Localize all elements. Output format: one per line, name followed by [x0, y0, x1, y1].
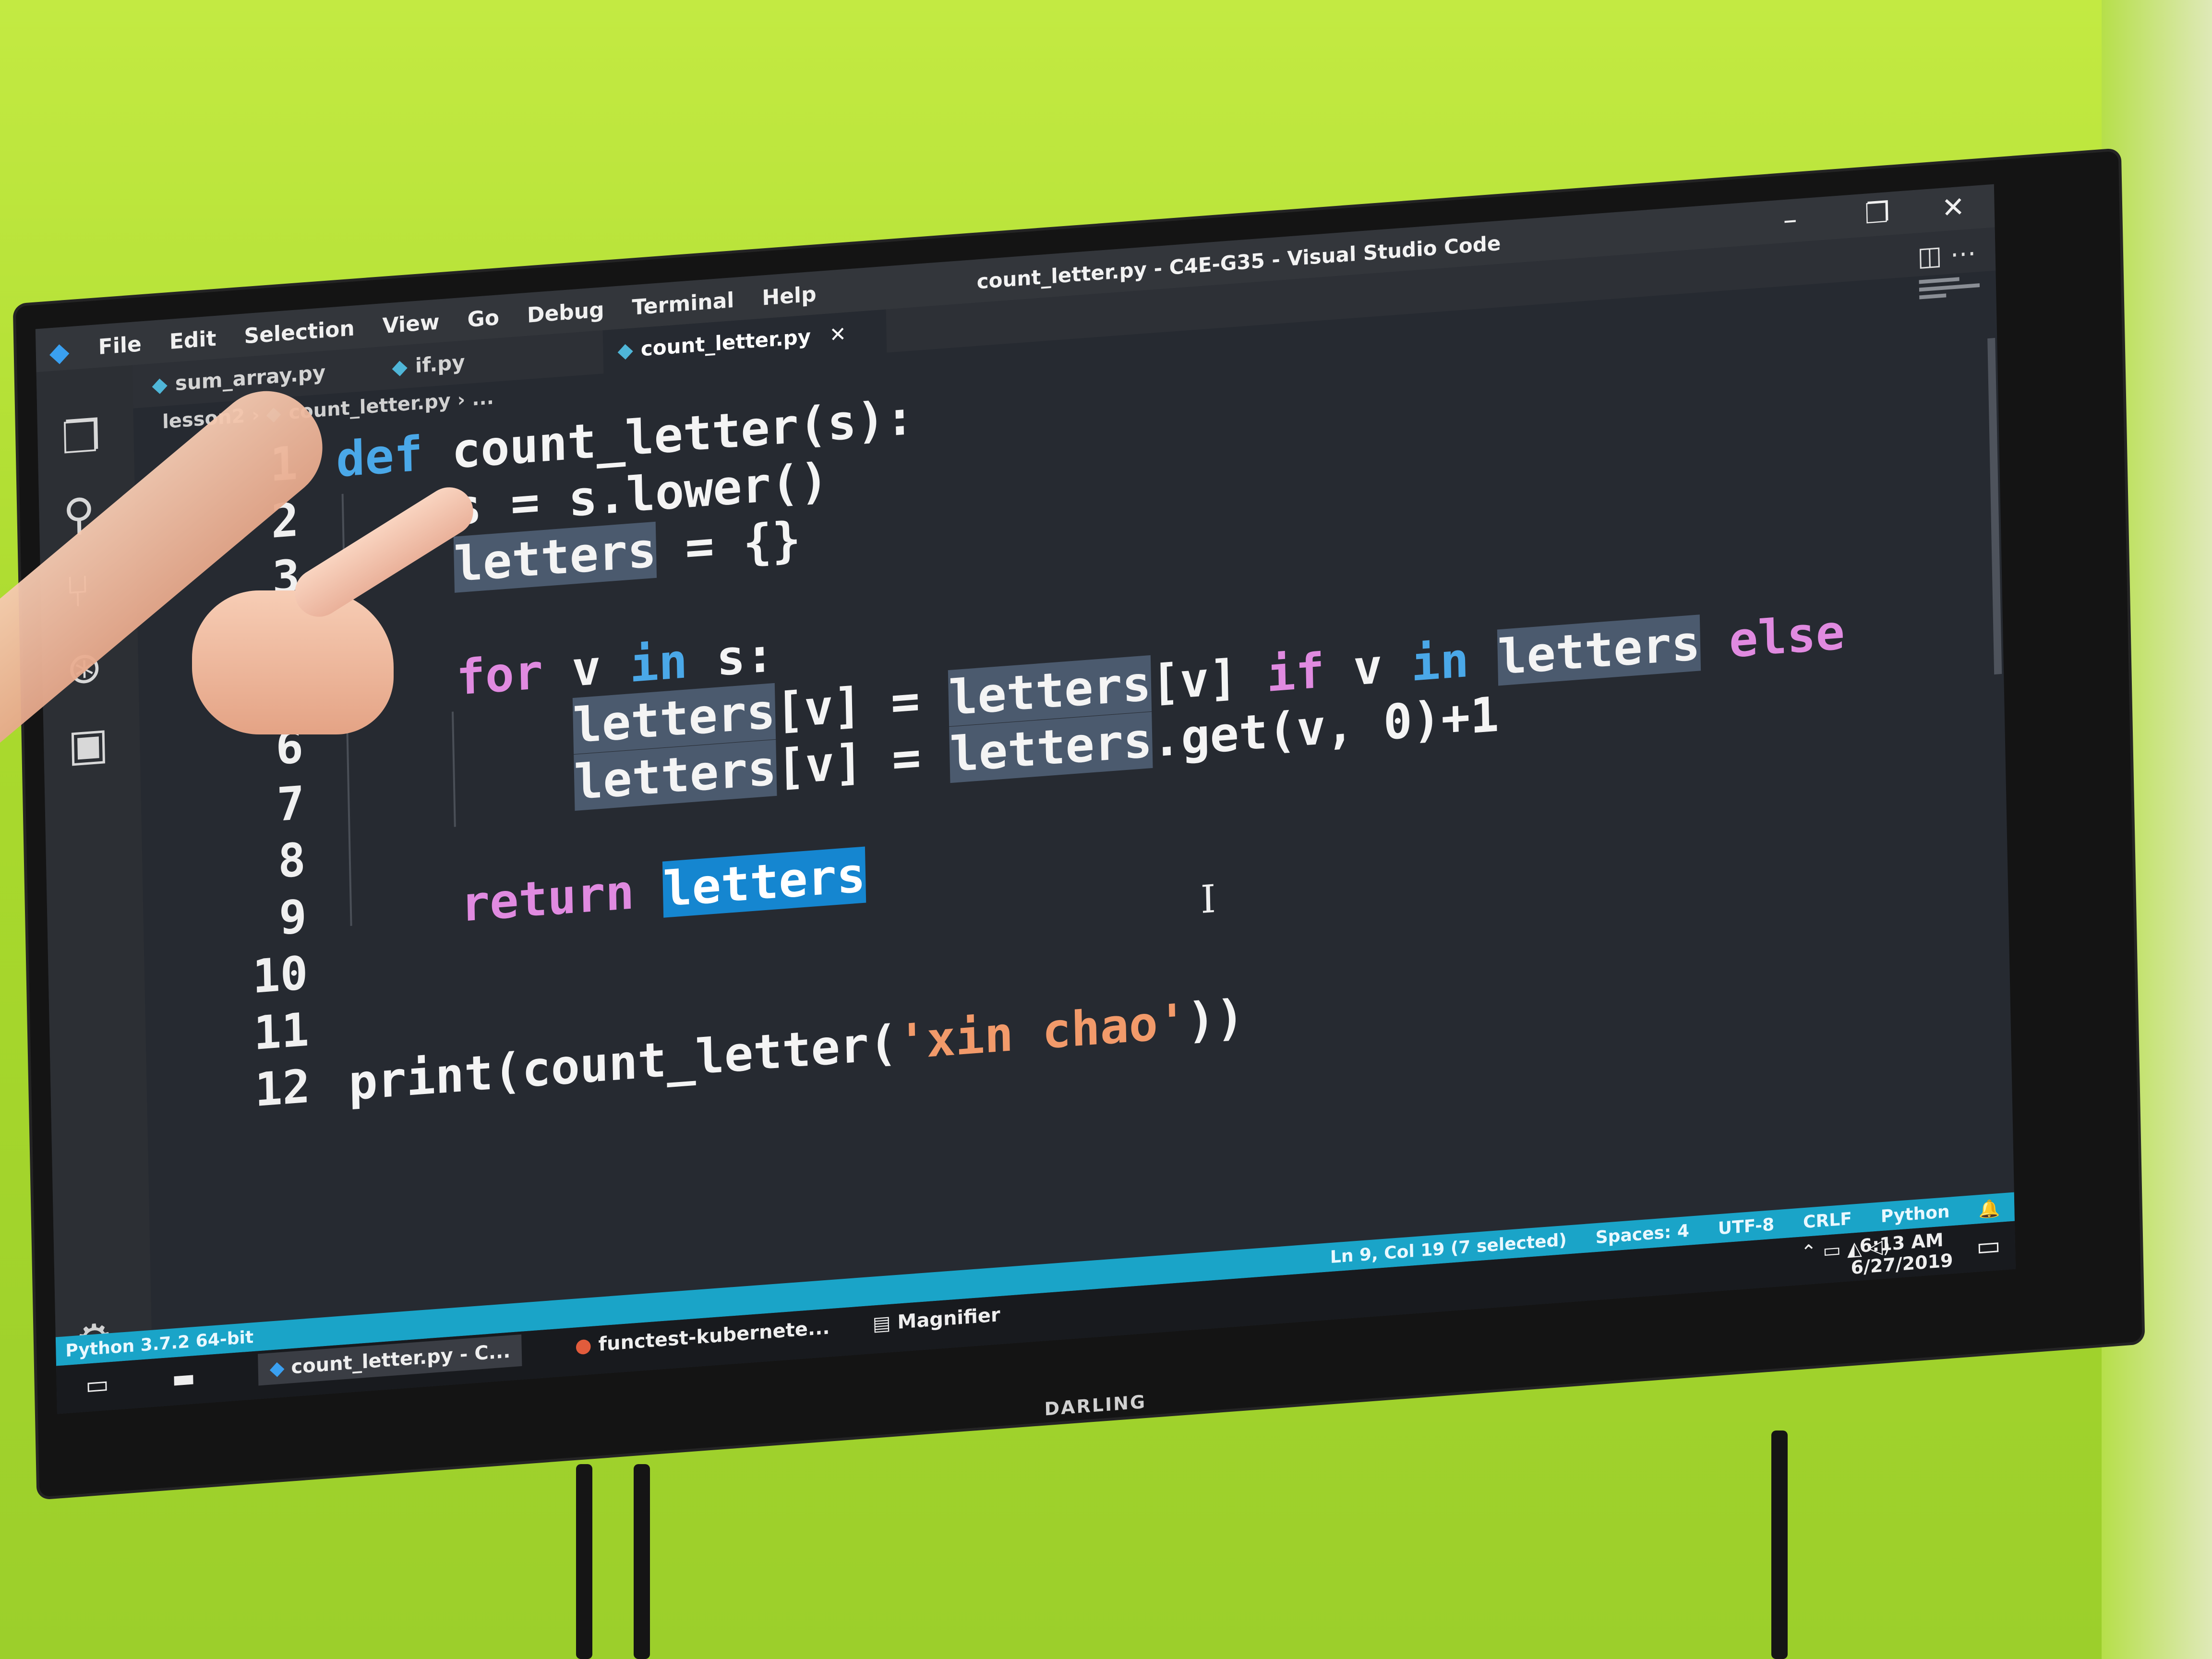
code-token: = {} [655, 511, 802, 578]
file-explorer-icon[interactable]: ▬ [171, 1363, 195, 1394]
close-icon[interactable]: ✕ [1941, 190, 1965, 225]
line-number: 11 [253, 1002, 310, 1061]
indentation[interactable]: Spaces: 4 [1595, 1221, 1689, 1248]
code-token: in [629, 633, 688, 694]
magnifier-icon: ▤ [872, 1311, 898, 1335]
taskbar-magnifier[interactable]: ▤ Magnifier [872, 1304, 1000, 1335]
python-file-icon: ◆ [392, 354, 408, 379]
python-file-icon: ◆ [617, 337, 634, 363]
extensions-icon[interactable]: ▣ [67, 718, 109, 771]
code-token: )) [1186, 988, 1245, 1049]
menu-help[interactable]: Help [762, 282, 817, 310]
task-view-icon[interactable]: ▭ [85, 1370, 109, 1400]
menu-edit[interactable]: Edit [169, 326, 216, 354]
code-token: [v] [1150, 647, 1267, 711]
menu-debug[interactable]: Debug [527, 298, 604, 328]
menu-terminal[interactable]: Terminal [632, 288, 734, 320]
taskbar-label: count_letter.py - C... [291, 1340, 511, 1379]
line-number: 7 [276, 776, 305, 832]
code-token: for [456, 643, 544, 706]
monitor-brand: DARLING [1044, 1391, 1147, 1420]
code-token: def [336, 425, 423, 488]
explorer-icon[interactable]: ❐ [61, 411, 101, 464]
line-number: 12 [254, 1059, 311, 1118]
text-cursor-icon: I [1200, 876, 1216, 922]
tab-close-icon[interactable]: ✕ [829, 322, 846, 347]
chevron-right-icon: › [457, 388, 472, 411]
restore-icon[interactable]: ❐ [1864, 196, 1890, 230]
line-ending[interactable]: CRLF [1803, 1209, 1852, 1233]
python-file-icon: ◆ [152, 372, 168, 397]
vscode-logo-icon: ◆ [269, 1356, 291, 1380]
line-number: 9 [278, 889, 308, 945]
vscode-window: ◆ File Edit Selection View Go Debug Term… [35, 184, 2016, 1414]
menu-selection[interactable]: Selection [244, 316, 355, 349]
line-number: 8 [277, 832, 306, 889]
line-number: 10 [252, 946, 309, 1004]
code-token: if [1266, 642, 1325, 703]
vscode-logo-icon: ◆ [49, 336, 70, 368]
tab-label: count_letter.py [640, 325, 811, 361]
menu-file[interactable]: File [98, 332, 142, 360]
pointing-hand [192, 590, 394, 734]
split-editor-icon[interactable]: ◫ ⋯ [1917, 238, 1976, 272]
breadcrumb-more[interactable]: ... [472, 386, 494, 410]
code-token: v [542, 637, 630, 700]
language-mode[interactable]: Python [1880, 1202, 1950, 1227]
code-token: v [1323, 636, 1412, 699]
chrome-icon: ● [575, 1334, 599, 1358]
notification-icon[interactable]: ▭ [1976, 1230, 2001, 1262]
code-token: else [1728, 604, 1845, 669]
minimize-icon[interactable]: – [1783, 203, 1797, 236]
code-token: s: [686, 626, 775, 689]
taskbar-label: Magnifier [897, 1304, 1001, 1334]
code-lines[interactable]: def count_letter(s): s = s.lower() lette… [336, 321, 1852, 1112]
menu-go[interactable]: Go [467, 305, 499, 332]
bell-icon[interactable]: 🔔 [1978, 1198, 2000, 1220]
tab-label: sum_array.py [175, 361, 326, 396]
clock[interactable]: 6:13 AM 6/27/2019 [1850, 1228, 1953, 1278]
code-token: in [1410, 631, 1470, 692]
minimap[interactable] [1919, 271, 1987, 319]
menu-view[interactable]: View [382, 310, 440, 338]
tab-label: if.py [415, 350, 466, 378]
monitor: DARLING ◆ File Edit Selection View Go De… [0, 0, 2212, 1659]
encoding[interactable]: UTF-8 [1718, 1215, 1775, 1239]
code-editor[interactable]: 123456789101112 def count_letter(s): s =… [134, 306, 1928, 1349]
